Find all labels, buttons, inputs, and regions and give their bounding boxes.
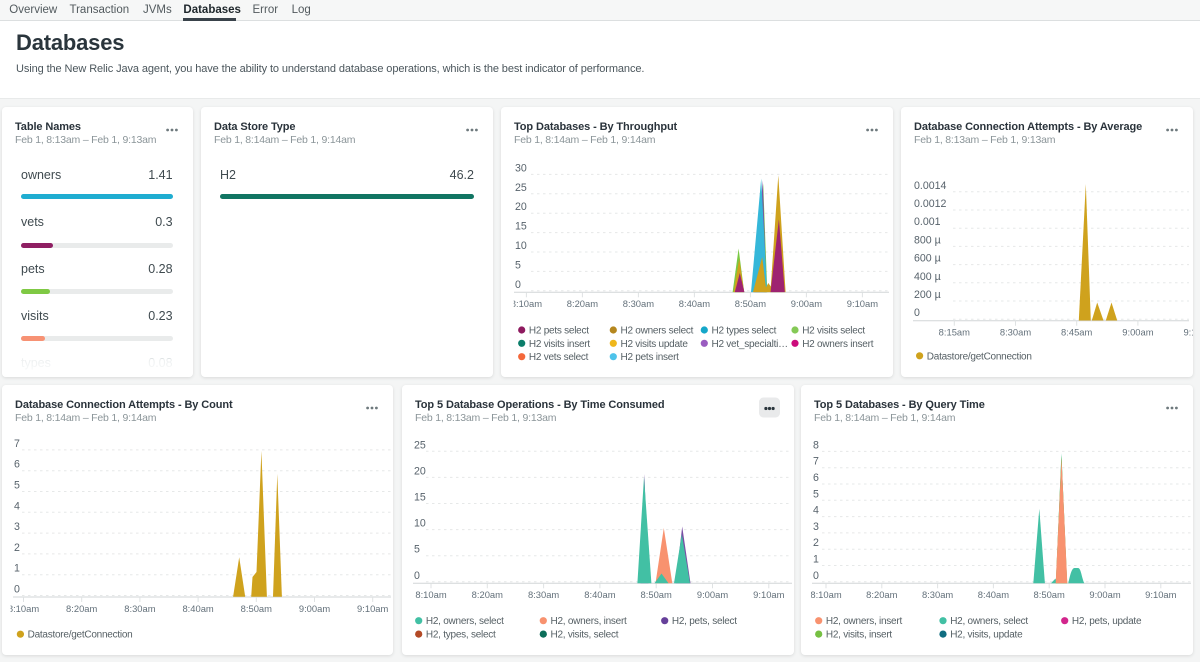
svg-text:4: 4 [14, 500, 20, 512]
svg-text:25: 25 [515, 182, 527, 194]
svg-text:8:20am: 8:20am [567, 298, 598, 309]
svg-text:5: 5 [14, 480, 20, 492]
svg-text:H2 owners select: H2 owners select [621, 326, 694, 337]
svg-text:0: 0 [14, 584, 20, 596]
svg-text:8:30am: 8:30am [922, 589, 953, 600]
svg-text:10: 10 [414, 518, 426, 530]
svg-text:200 µ: 200 µ [914, 289, 941, 301]
svg-text:8:30am: 8:30am [623, 298, 654, 309]
svg-text:H2, pets, update: H2, pets, update [1072, 616, 1142, 627]
svg-text:0: 0 [414, 570, 420, 582]
svg-text:H2, visits, update: H2, visits, update [950, 630, 1023, 641]
svg-text:8:20am: 8:20am [472, 589, 503, 600]
svg-text:8: 8 [813, 439, 819, 451]
svg-text:3: 3 [813, 521, 819, 533]
svg-text:H2, visits, insert: H2, visits, insert [826, 630, 893, 641]
svg-text:H2, pets, select: H2, pets, select [672, 616, 737, 627]
svg-text:9:10am: 9:10am [357, 603, 388, 614]
svg-text:3: 3 [14, 521, 20, 533]
svg-text:H2 visits insert: H2 visits insert [529, 339, 590, 350]
svg-text:9:00am: 9:00am [299, 603, 330, 614]
svg-text:4: 4 [813, 505, 819, 517]
svg-text:6: 6 [14, 459, 20, 471]
svg-text:9:10am: 9:10am [847, 298, 878, 309]
svg-text:8:30am: 8:30am [124, 603, 155, 614]
svg-text:H2, owners, insert: H2, owners, insert [551, 616, 628, 627]
svg-text:9:10am: 9:10am [1145, 589, 1176, 600]
svg-text:8:30am: 8:30am [1000, 327, 1031, 338]
svg-text:9:15am: 9:15am [1183, 327, 1193, 338]
svg-text:10: 10 [515, 240, 527, 252]
svg-text:0.001: 0.001 [914, 216, 941, 228]
svg-text:H2 visits select: H2 visits select [802, 326, 865, 337]
svg-text:2: 2 [14, 542, 20, 554]
svg-text:15: 15 [515, 221, 527, 233]
svg-text:8:20am: 8:20am [866, 589, 897, 600]
svg-text:H2 vets select: H2 vets select [529, 352, 589, 363]
svg-text:0: 0 [813, 570, 819, 582]
svg-text:9:10am: 9:10am [753, 589, 784, 600]
svg-text:8:10am: 8:10am [810, 589, 841, 600]
svg-text:20: 20 [515, 201, 527, 213]
svg-text:H2 owners insert: H2 owners insert [802, 339, 874, 350]
svg-text:H2 pets select: H2 pets select [529, 326, 589, 337]
svg-text:9:00am: 9:00am [791, 298, 822, 309]
svg-text:H2 types select: H2 types select [712, 326, 777, 337]
svg-text:7: 7 [813, 456, 819, 468]
svg-text:0: 0 [914, 307, 920, 319]
svg-text:8:45am: 8:45am [1061, 327, 1092, 338]
svg-text:0.0012: 0.0012 [914, 198, 947, 210]
svg-text:25: 25 [414, 439, 426, 451]
svg-text:8:50am: 8:50am [735, 298, 766, 309]
svg-text:6: 6 [813, 472, 819, 484]
svg-text:2: 2 [813, 537, 819, 549]
svg-text:20: 20 [414, 465, 426, 477]
svg-text:600 µ: 600 µ [914, 253, 941, 265]
svg-text:9:00am: 9:00am [697, 589, 728, 600]
svg-text:8:10am: 8:10am [415, 589, 446, 600]
svg-text:H2, types, select: H2, types, select [426, 630, 496, 641]
svg-text:8:40am: 8:40am [978, 589, 1009, 600]
svg-text:H2, owners, insert: H2, owners, insert [826, 616, 903, 627]
svg-text:9:00am: 9:00am [1122, 327, 1153, 338]
svg-text:8:30am: 8:30am [528, 589, 559, 600]
svg-text:0.0014: 0.0014 [914, 180, 947, 192]
svg-text:30: 30 [515, 162, 527, 174]
svg-text:1: 1 [813, 554, 819, 566]
svg-text:H2 visits update: H2 visits update [621, 339, 689, 350]
svg-text:400 µ: 400 µ [914, 271, 941, 283]
svg-text:Datastore/getConnection: Datastore/getConnection [28, 630, 133, 641]
svg-text:15: 15 [414, 492, 426, 504]
svg-text:8:50am: 8:50am [1034, 589, 1065, 600]
svg-text:H2 vet_specialti…: H2 vet_specialti… [712, 339, 788, 350]
svg-text:0: 0 [515, 279, 521, 291]
svg-text:8:15am: 8:15am [939, 327, 970, 338]
svg-text:800 µ: 800 µ [914, 234, 941, 246]
svg-text:8:50am: 8:50am [241, 603, 272, 614]
svg-text:1: 1 [14, 563, 20, 575]
svg-text:8:40am: 8:40am [679, 298, 710, 309]
svg-text:H2 pets insert: H2 pets insert [621, 352, 680, 363]
svg-text:8:40am: 8:40am [584, 589, 615, 600]
svg-text:H2, owners, select: H2, owners, select [426, 616, 504, 627]
svg-text:5: 5 [414, 544, 420, 556]
svg-text:7: 7 [14, 438, 20, 450]
svg-text:5: 5 [515, 259, 521, 271]
svg-text:5: 5 [813, 488, 819, 500]
svg-text:8:40am: 8:40am [182, 603, 213, 614]
svg-text:8:20am: 8:20am [66, 603, 97, 614]
svg-text:H2, visits, select: H2, visits, select [551, 630, 619, 641]
svg-text:8:10am: 8:10am [8, 603, 39, 614]
svg-text:9:00am: 9:00am [1089, 589, 1120, 600]
svg-text:Datastore/getConnection: Datastore/getConnection [927, 351, 1032, 362]
svg-text:8:50am: 8:50am [641, 589, 672, 600]
svg-text:8:10am: 8:10am [511, 298, 542, 309]
svg-text:H2, owners, select: H2, owners, select [950, 616, 1028, 627]
